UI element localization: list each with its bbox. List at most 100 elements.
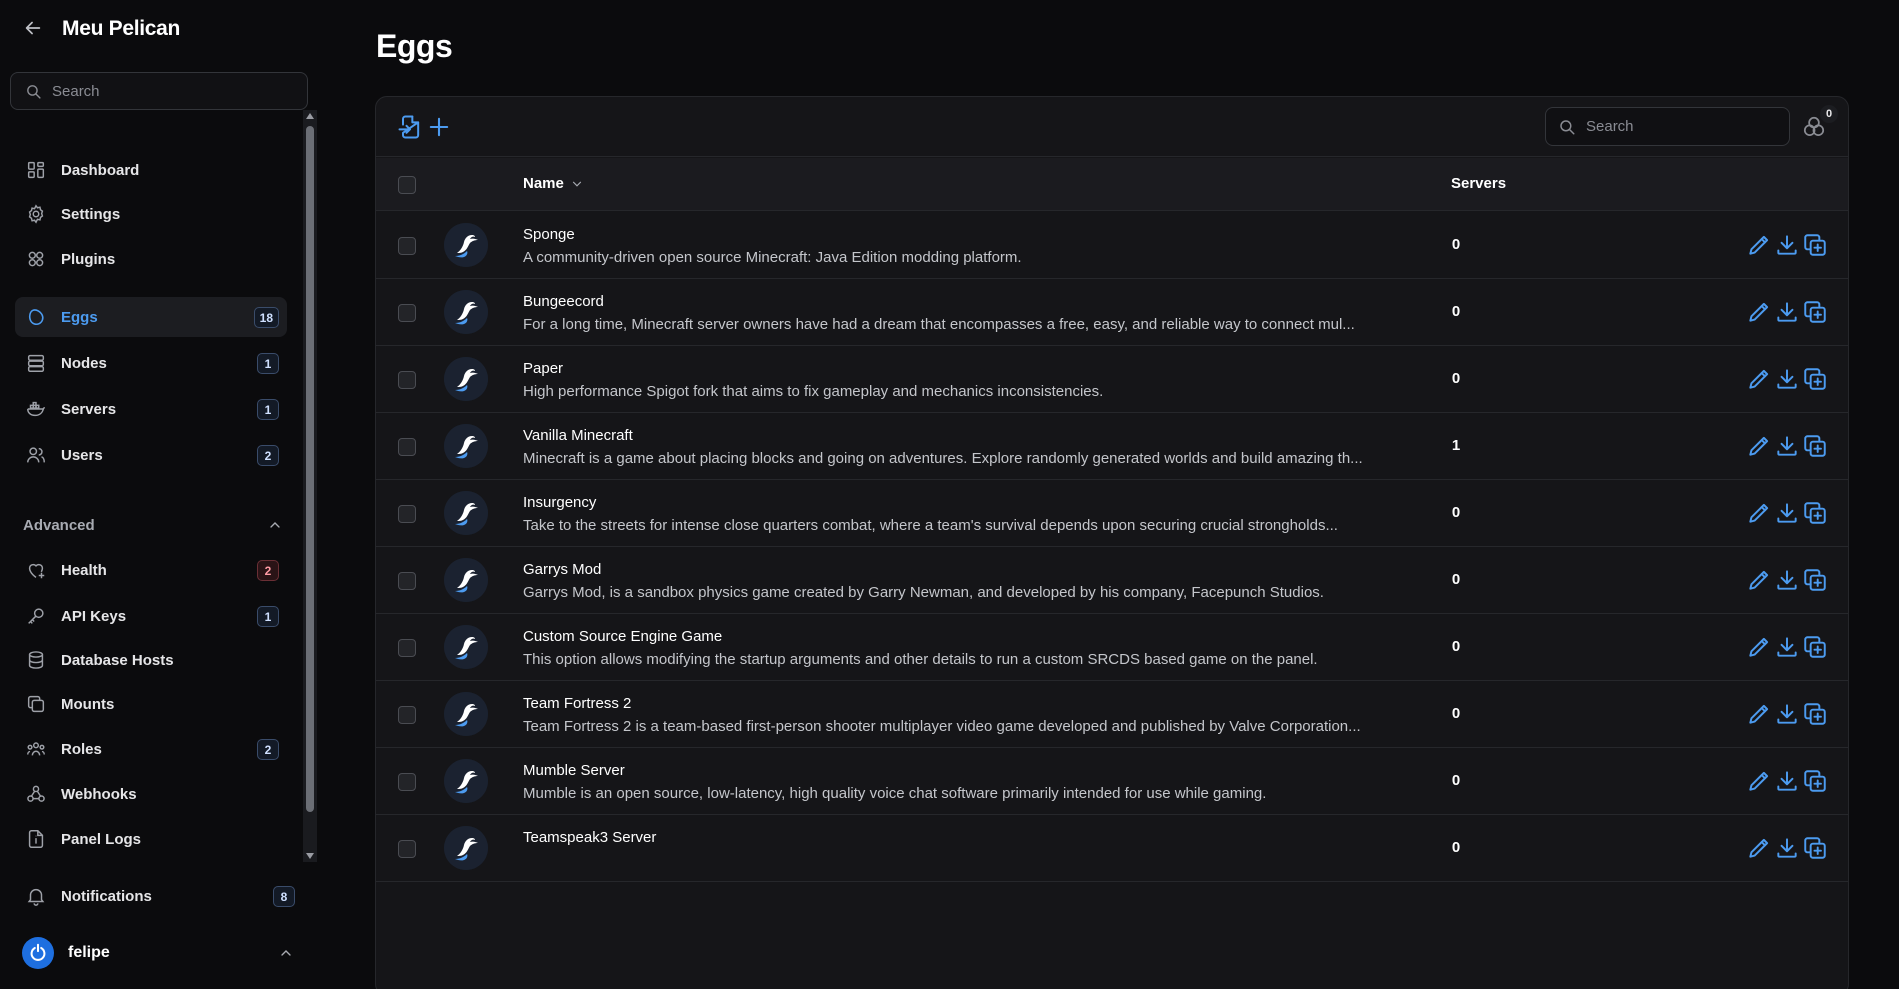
scroll-down-arrow-icon[interactable] (306, 853, 314, 859)
download-icon[interactable] (1774, 299, 1800, 325)
sidebar-item-database-hosts[interactable]: Database Hosts (15, 640, 287, 680)
sidebar-item-label: Panel Logs (61, 830, 142, 848)
download-icon[interactable] (1774, 500, 1800, 526)
sidebar-item-roles[interactable]: Roles 2 (15, 729, 287, 769)
replicate-icon[interactable] (1802, 299, 1828, 325)
table-row[interactable]: Teamspeak3 Server 0 (376, 815, 1848, 882)
replicate-icon[interactable] (1802, 567, 1828, 593)
pelican-logo-icon (444, 424, 488, 468)
sidebar-item-eggs[interactable]: Eggs 18 (15, 297, 287, 337)
download-icon[interactable] (1774, 701, 1800, 727)
download-icon[interactable] (1774, 768, 1800, 794)
sidebar: Meu Pelican Dashboard Settings Plugin (0, 0, 320, 989)
advanced-group-toggle[interactable]: Advanced (23, 514, 283, 536)
table-search-input[interactable] (1586, 118, 1776, 135)
edit-icon[interactable] (1746, 835, 1772, 861)
table-row[interactable]: Paper High performance Spigot fork that … (376, 346, 1848, 413)
sidebar-search-input[interactable] (52, 82, 292, 100)
table-search[interactable] (1545, 107, 1790, 146)
edit-icon[interactable] (1746, 366, 1772, 392)
replicate-icon[interactable] (1802, 634, 1828, 660)
table-row[interactable]: Bungeecord For a long time, Minecraft se… (376, 279, 1848, 346)
download-icon[interactable] (1774, 366, 1800, 392)
egg-name: Team Fortress 2 (523, 695, 632, 712)
webhook-icon (25, 783, 47, 805)
sidebar-item-nodes[interactable]: Nodes 1 (15, 343, 287, 383)
sidebar-search[interactable] (10, 72, 308, 110)
back-arrow-icon[interactable] (22, 17, 46, 41)
notifications-button[interactable]: Notifications 8 (15, 876, 295, 916)
edit-icon[interactable] (1746, 433, 1772, 459)
sidebar-item-users[interactable]: Users 2 (15, 435, 287, 475)
replicate-icon[interactable] (1802, 232, 1828, 258)
replicate-icon[interactable] (1802, 768, 1828, 794)
sidebar-item-servers[interactable]: Servers 1 (15, 389, 287, 429)
replicate-icon[interactable] (1802, 500, 1828, 526)
edit-icon[interactable] (1746, 634, 1772, 660)
sidebar-item-dashboard[interactable]: Dashboard (15, 150, 287, 190)
pelican-logo-icon (444, 826, 488, 870)
replicate-icon[interactable] (1802, 835, 1828, 861)
table-row[interactable]: Insurgency Take to the streets for inten… (376, 480, 1848, 547)
edit-icon[interactable] (1746, 232, 1772, 258)
column-header-name-label: Name (523, 175, 564, 192)
download-icon[interactable] (1774, 567, 1800, 593)
row-checkbox[interactable] (398, 438, 416, 456)
column-header-servers[interactable]: Servers (1451, 175, 1506, 192)
eggs-table-panel: 0 Name Servers Sponge A community-driven… (375, 96, 1849, 989)
download-icon[interactable] (1774, 634, 1800, 660)
import-egg-icon[interactable] (396, 113, 424, 141)
row-checkbox[interactable] (398, 639, 416, 657)
sidebar-scrollbar[interactable] (303, 110, 317, 862)
sidebar-item-panel-logs[interactable]: Panel Logs (15, 819, 287, 859)
sidebar-item-label: Servers (61, 400, 117, 418)
sidebar-item-mounts[interactable]: Mounts (15, 684, 287, 724)
row-checkbox[interactable] (398, 572, 416, 590)
table-row[interactable]: Vanilla Minecraft Minecraft is a game ab… (376, 413, 1848, 480)
egg-description: Take to the streets for intense close qu… (523, 517, 1338, 534)
row-checkbox[interactable] (398, 773, 416, 791)
table-row[interactable]: Custom Source Engine Game This option al… (376, 614, 1848, 681)
create-egg-icon[interactable] (425, 113, 453, 141)
row-checkbox[interactable] (398, 304, 416, 322)
replicate-icon[interactable] (1802, 366, 1828, 392)
sidebar-item-settings[interactable]: Settings (15, 194, 287, 234)
row-checkbox[interactable] (398, 840, 416, 858)
user-menu[interactable]: felipe (22, 936, 294, 970)
bell-icon (25, 885, 47, 907)
scroll-up-arrow-icon[interactable] (306, 113, 314, 119)
sidebar-item-health[interactable]: Health 2 (15, 550, 287, 590)
count-badge: 2 (257, 445, 279, 466)
key-icon (25, 605, 47, 627)
replicate-icon[interactable] (1802, 701, 1828, 727)
edit-icon[interactable] (1746, 299, 1772, 325)
table-row[interactable]: Sponge A community-driven open source Mi… (376, 212, 1848, 279)
server-count: 1 (1451, 437, 1461, 454)
sidebar-item-webhooks[interactable]: Webhooks (15, 774, 287, 814)
pelican-logo-icon (444, 357, 488, 401)
scrollbar-thumb[interactable] (306, 126, 314, 812)
edit-icon[interactable] (1746, 500, 1772, 526)
download-icon[interactable] (1774, 433, 1800, 459)
download-icon[interactable] (1774, 232, 1800, 258)
dashboard-icon (25, 159, 47, 181)
table-row[interactable]: Mumble Server Mumble is an open source, … (376, 748, 1848, 815)
edit-icon[interactable] (1746, 567, 1772, 593)
filter-count-badge: 0 (1820, 105, 1838, 123)
select-all-checkbox[interactable] (398, 176, 416, 194)
heart-icon (25, 559, 47, 581)
row-checkbox[interactable] (398, 371, 416, 389)
edit-icon[interactable] (1746, 768, 1772, 794)
sidebar-item-api-keys[interactable]: API Keys 1 (15, 596, 287, 636)
sidebar-item-plugins[interactable]: Plugins (15, 239, 287, 279)
download-icon[interactable] (1774, 835, 1800, 861)
row-checkbox[interactable] (398, 237, 416, 255)
replicate-icon[interactable] (1802, 433, 1828, 459)
row-checkbox[interactable] (398, 505, 416, 523)
table-row[interactable]: Team Fortress 2 Team Fortress 2 is a tea… (376, 681, 1848, 748)
app-title[interactable]: Meu Pelican (62, 17, 180, 41)
table-row[interactable]: Garrys Mod Garrys Mod, is a sandbox phys… (376, 547, 1848, 614)
column-header-name[interactable]: Name (523, 175, 584, 192)
row-checkbox[interactable] (398, 706, 416, 724)
edit-icon[interactable] (1746, 701, 1772, 727)
